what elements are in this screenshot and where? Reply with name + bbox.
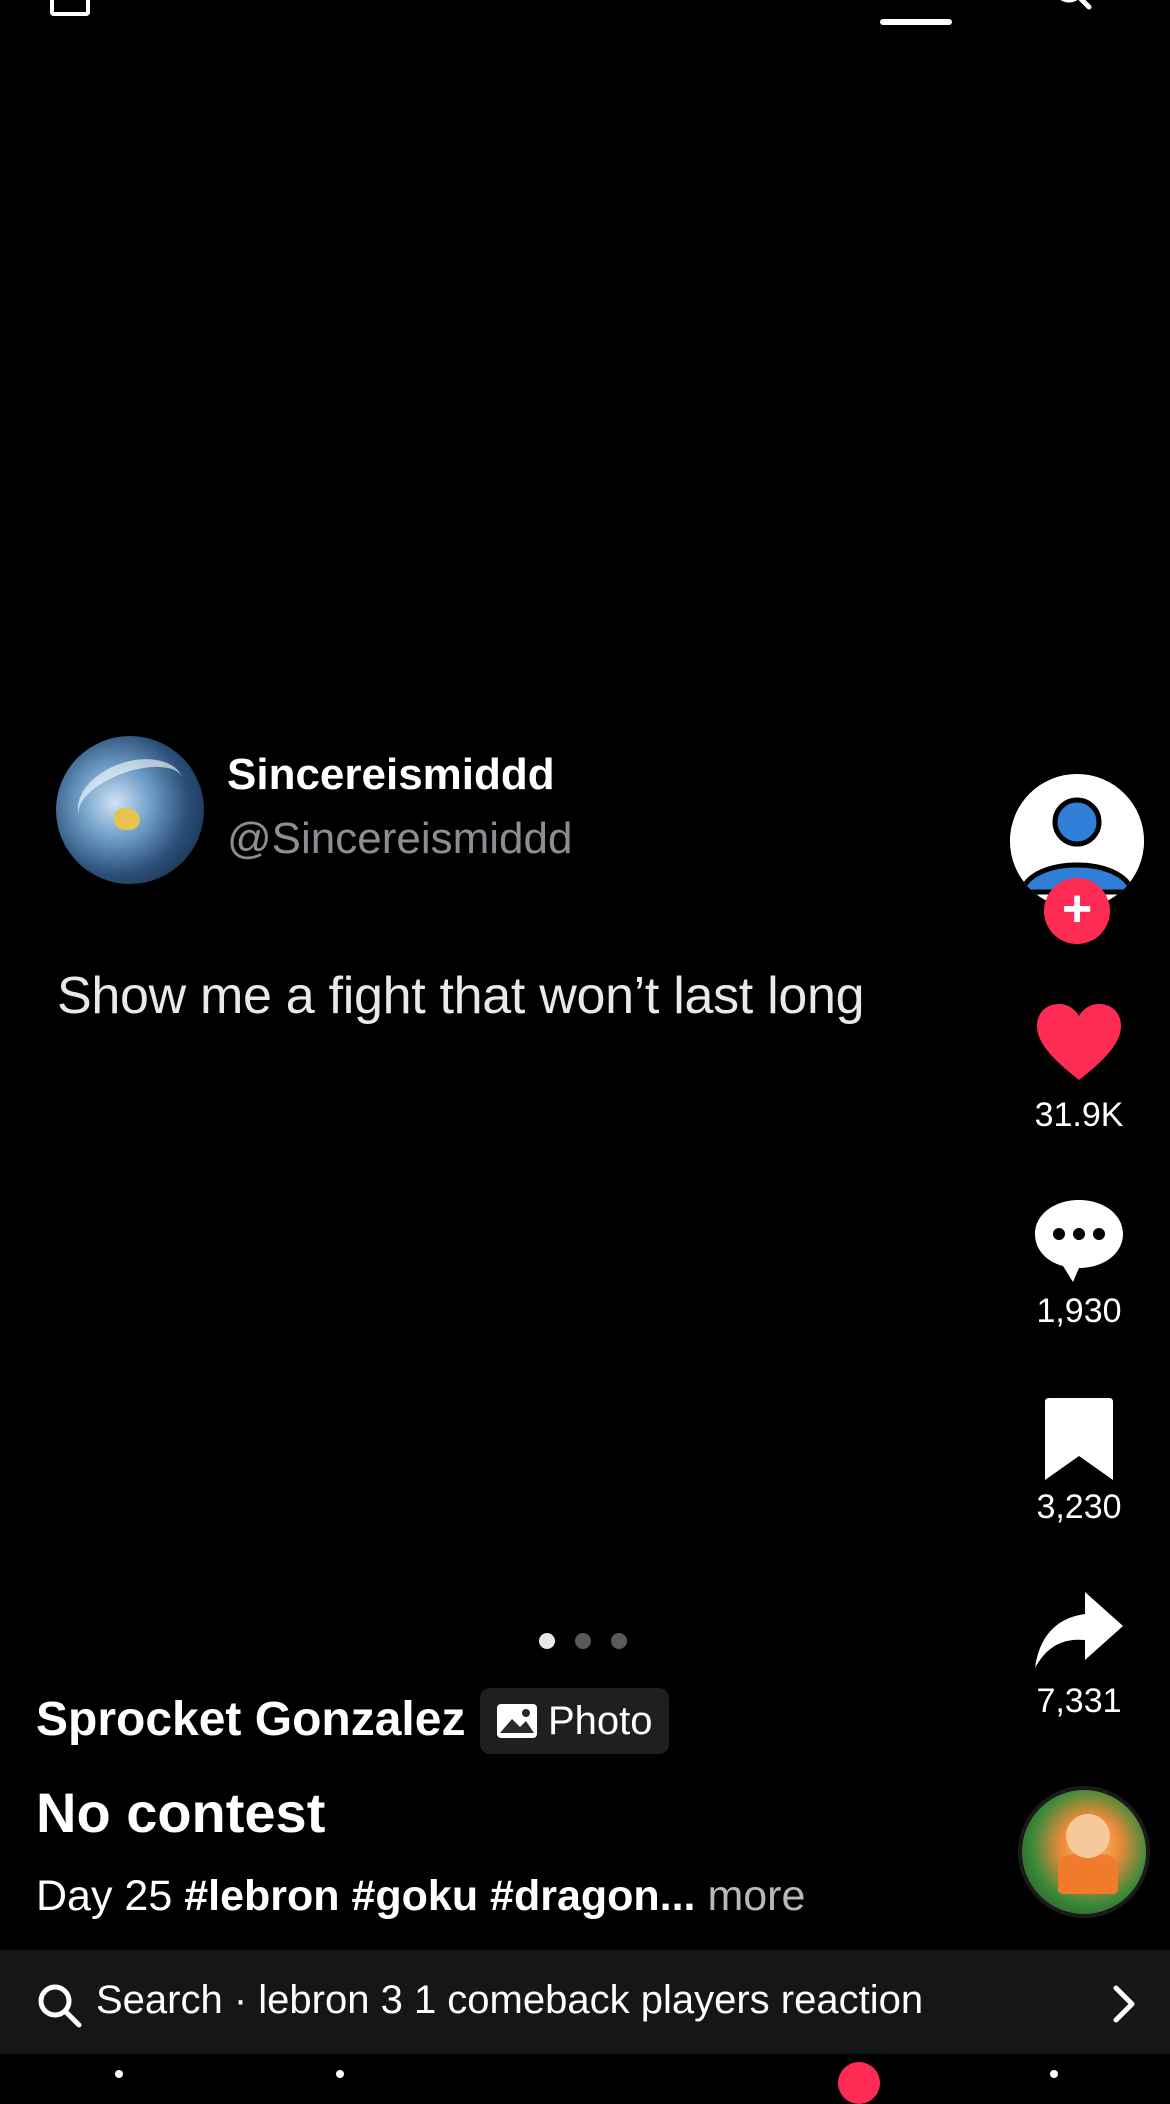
- nav-home-icon[interactable]: [115, 2070, 123, 2078]
- photo-badge-label: Photo: [548, 1698, 653, 1743]
- search-icon: [38, 1984, 82, 2028]
- tweet-display-name: Sincereismiddd: [227, 750, 555, 799]
- active-tab-indicator: [880, 19, 952, 25]
- carousel-dot: [575, 1633, 591, 1649]
- desc-hashtags[interactable]: #lebron #goku #dragon...: [184, 1872, 695, 1920]
- comment-count: 1,930: [1036, 1292, 1122, 1330]
- chevron-right-icon[interactable]: [1110, 1984, 1138, 2024]
- share-count: 7,331: [1036, 1682, 1122, 1720]
- tweet-avatar: [56, 736, 204, 884]
- like-count: 31.9K: [1034, 1096, 1124, 1134]
- nav-profile-icon[interactable]: [1050, 2070, 1058, 2078]
- bookmark-icon[interactable]: [1033, 1394, 1125, 1486]
- comment-icon[interactable]: [1033, 1194, 1125, 1286]
- carousel-indicator: [539, 1633, 627, 1649]
- live-icon[interactable]: [50, 0, 90, 16]
- follow-plus-icon[interactable]: +: [1044, 878, 1110, 944]
- search-suggestion-text[interactable]: Search · lebron 3 1 comeback players rea…: [96, 1978, 923, 2023]
- creator-avatar[interactable]: +: [1010, 774, 1170, 944]
- more-link[interactable]: more: [696, 1872, 805, 1920]
- photo-icon: [497, 1704, 537, 1738]
- save-count: 3,230: [1036, 1488, 1122, 1526]
- photo-badge: Photo: [480, 1688, 669, 1754]
- music-disc[interactable]: [1018, 1786, 1150, 1918]
- nav-friends-icon[interactable]: [336, 2070, 344, 2078]
- top-search-icon[interactable]: [1052, 0, 1092, 10]
- tweet-text: Show me a fight that won’t last long: [57, 967, 865, 1025]
- post-title: No contest: [36, 1781, 326, 1844]
- author-name[interactable]: Sprocket Gonzalez: [36, 1692, 465, 1747]
- bottom-nav: [0, 2054, 1170, 2080]
- post-description[interactable]: Day 25 #lebron #goku #dragon... more: [36, 1872, 805, 1921]
- desc-prefix: Day 25: [36, 1872, 185, 1920]
- carousel-dot-active: [539, 1633, 555, 1649]
- share-icon[interactable]: [1033, 1586, 1125, 1678]
- inbox-notification-badge[interactable]: [838, 2062, 880, 2104]
- heart-icon[interactable]: [1033, 998, 1125, 1090]
- tweet-handle: @Sincereismiddd: [227, 814, 573, 863]
- carousel-dot: [611, 1633, 627, 1649]
